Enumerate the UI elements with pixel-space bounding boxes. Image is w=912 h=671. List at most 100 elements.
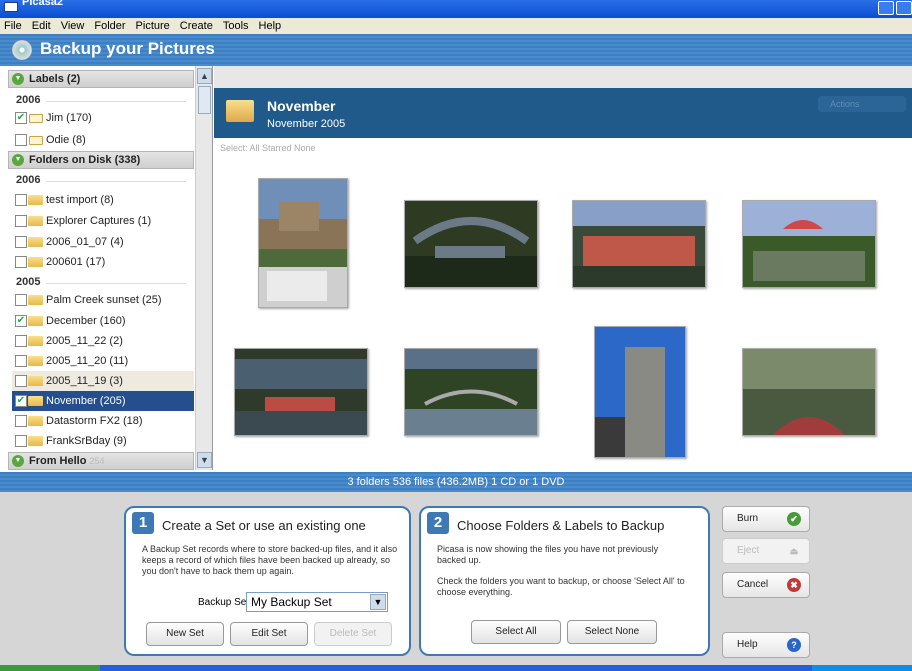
thumbnail-8[interactable] [742,348,876,436]
folder-icon [28,237,43,247]
system-tray [812,665,912,671]
menu-bar: File Edit View Folder Picture Create Too… [0,18,912,34]
sidebar-item-label: test import (8) [46,194,114,206]
select-links[interactable]: Select: All Starred None [220,143,316,153]
edit-set-button[interactable]: Edit Set [230,622,308,646]
sidebar-item-label: Datastorm FX2 (18) [46,415,143,427]
minimize-button[interactable] [878,1,894,15]
menu-folder[interactable]: Folder [94,20,125,32]
sidebar-item-label: December (160) [46,315,126,327]
labels-section-header[interactable]: ▼ Labels (2) [8,70,194,88]
scroll-down-icon[interactable]: ▼ [197,452,212,468]
sidebar-item-2005-11-19[interactable]: 2005_11_19 (3) [12,371,194,391]
thumbnail-3[interactable] [572,200,706,288]
sidebar-item-december[interactable]: ✔ December (160) [12,311,194,331]
thumbnail-4[interactable] [742,200,876,288]
folders-section-header[interactable]: ▼ Folders on Disk (338) [8,151,194,169]
menu-create[interactable]: Create [180,20,213,32]
checkbox[interactable] [15,335,27,347]
menu-picture[interactable]: Picture [136,20,170,32]
step-number: 2 [427,512,449,534]
step-number: 1 [132,512,154,534]
checkbox-checked[interactable]: ✔ [15,395,27,407]
actions-dropdown[interactable]: Actions [818,96,906,112]
album-name: November [267,98,336,114]
collapse-arrow-icon[interactable]: ▼ [12,154,24,166]
eject-button[interactable]: Eject ⏏ [722,538,810,564]
title-bar: Picasa2 [0,0,912,18]
new-set-button[interactable]: New Set [146,622,224,646]
burn-button[interactable]: Burn ✔ [722,506,810,532]
app-icon [4,2,18,12]
checkbox[interactable] [15,256,27,268]
sidebar-item-franksrbday[interactable]: FrankSrBday (9) [12,431,194,451]
sidebar-item-2006-01-07[interactable]: 2006_01_07 (4) [12,232,194,252]
start-button[interactable] [0,665,100,671]
sidebar-item-explorer-captures[interactable]: Explorer Captures (1) [12,211,194,231]
backup-set-select[interactable]: My Backup Set ▼ [246,592,388,612]
taskbar [0,665,912,671]
sidebar-item-label: Odie (8) [46,134,86,146]
check-icon: ✔ [787,512,801,526]
year-heading: 2005 [16,276,190,288]
scroll-thumb[interactable] [198,86,211,114]
checkbox[interactable] [15,236,27,248]
select-none-button[interactable]: Select None [567,620,657,644]
sidebar-item-2005-11-22[interactable]: 2005_11_22 (2) [12,331,194,351]
folder-icon [28,436,43,446]
menu-file[interactable]: File [4,20,22,32]
step-description-2: Check the folders you want to backup, or… [437,576,685,597]
sidebar-item-200601[interactable]: 200601 (17) [12,252,194,272]
chevron-down-icon[interactable]: ▼ [370,594,386,610]
step-description: Picasa is now showing the files you have… [437,544,659,565]
checkbox[interactable] [15,194,27,206]
checkbox[interactable] [15,134,27,146]
checkbox[interactable] [15,435,27,447]
help-label: Help [737,639,758,650]
checkbox[interactable] [15,215,27,227]
sidebar-item-label: Jim (170) [46,112,92,124]
checkbox-checked[interactable]: ✔ [15,315,27,327]
help-button[interactable]: Help ? [722,632,810,658]
menu-edit[interactable]: Edit [32,20,51,32]
sidebar-item-datastorm[interactable]: Datastorm FX2 (18) [12,411,194,431]
sidebar-item-november[interactable]: ✔ November (205) [12,391,194,411]
status-bar: 3 folders 536 files (436.2MB) 1 CD or 1 … [0,472,912,492]
checkbox[interactable] [15,294,27,306]
cancel-label: Cancel [737,579,769,590]
step-1-panel: 1 Create a Set or use an existing one A … [124,506,411,656]
menu-tools[interactable]: Tools [223,20,249,32]
delete-set-button[interactable]: Delete Set [314,622,392,646]
folder-icon [28,257,43,267]
folder-icon [28,416,43,426]
checkbox[interactable] [15,375,27,387]
thumbnail-7[interactable] [594,326,686,458]
sidebar-item-jim[interactable]: ✔ Jim (170) [12,108,194,128]
scroll-up-icon[interactable]: ▲ [197,68,212,84]
sidebar-item-test-import[interactable]: test import (8) [12,190,194,210]
thumbnail-6[interactable] [404,348,538,436]
maximize-button[interactable] [896,1,912,15]
checkbox[interactable] [15,355,27,367]
step-2-panel: 2 Choose Folders & Labels to Backup Pica… [419,506,710,656]
sidebar-scrollbar[interactable]: ▲ ▼ [195,66,212,470]
thumbnail-1[interactable] [258,178,348,308]
sidebar-item-palm-creek[interactable]: Palm Creek sunset (25) [12,290,194,310]
eject-label: Eject [737,545,760,556]
menu-view[interactable]: View [61,20,85,32]
thumbnail-2[interactable] [404,200,538,288]
menu-help[interactable]: Help [259,20,282,32]
backup-panel: 1 Create a Set or use an existing one A … [0,492,912,665]
checkbox[interactable] [15,415,27,427]
sidebar-item-odie[interactable]: Odie (8) [12,130,194,150]
collapse-arrow-icon[interactable]: ▼ [12,73,24,85]
select-all-button[interactable]: Select All [471,620,561,644]
folder-icon [28,396,43,406]
from-hello-section-header[interactable]: ▼ From Hello 254 [8,452,194,470]
cancel-button[interactable]: Cancel ✖ [722,572,810,598]
sidebar-item-2005-11-20[interactable]: 2005_11_20 (11) [12,351,194,371]
checkbox-checked[interactable]: ✔ [15,112,27,124]
collapse-arrow-icon[interactable]: ▼ [12,455,24,467]
year-heading: 2006 [16,174,190,186]
thumbnail-5[interactable] [234,348,368,436]
